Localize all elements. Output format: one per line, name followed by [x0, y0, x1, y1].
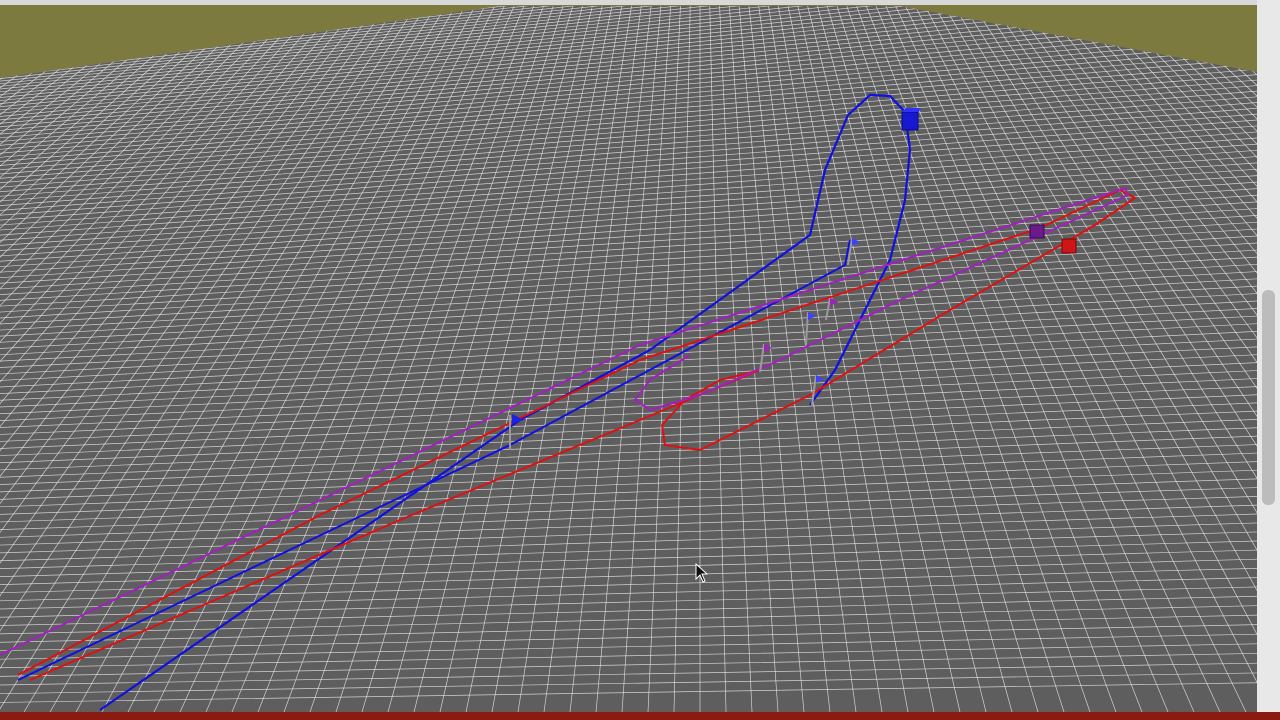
purple-vehicle-cube[interactable]	[1029, 224, 1045, 239]
vertical-scrollbar[interactable]	[1257, 0, 1280, 712]
window-top-edge	[0, 0, 1257, 5]
3d-scene[interactable]	[0, 0, 1257, 712]
simulation-viewport[interactable]	[0, 0, 1257, 712]
scrollbar-thumb[interactable]	[1262, 290, 1275, 505]
taskbar-strip	[0, 712, 1280, 720]
red-vehicle-cube[interactable]	[1061, 238, 1077, 254]
mouse-pointer-icon	[695, 563, 709, 583]
